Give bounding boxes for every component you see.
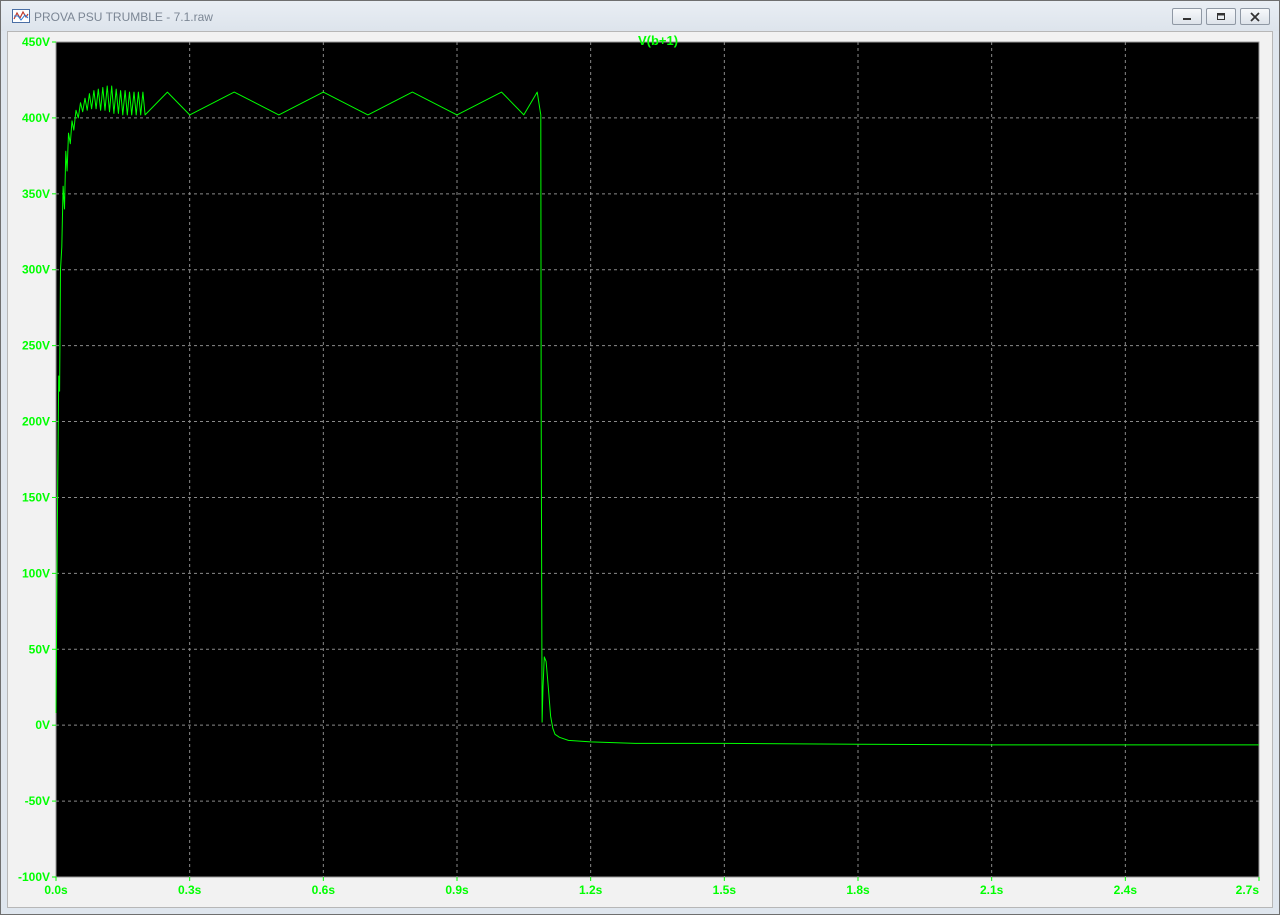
y-tick-label: -50V	[25, 794, 50, 808]
x-tick-label: 2.1s	[980, 883, 1004, 897]
y-tick-label: 400V	[22, 111, 50, 125]
y-tick-label: 50V	[29, 642, 50, 656]
x-tick-label: 0.3s	[178, 883, 202, 897]
y-tick-label: 250V	[22, 339, 50, 353]
maximize-icon	[1217, 13, 1225, 20]
y-axis-ticks: 450V 400V 350V 300V 250V 200V 150V 100V 50V 0V -50…	[18, 35, 56, 884]
waveform-window: PROVA PSU TRUMBLE - 7.1.raw 450V 400V 350V…	[0, 0, 1280, 915]
minimize-icon	[1183, 18, 1191, 20]
minimize-button[interactable]	[1172, 8, 1202, 25]
x-tick-label: 2.7s	[1236, 883, 1260, 897]
y-tick-label: 300V	[22, 263, 50, 277]
x-tick-label: 0.0s	[44, 883, 68, 897]
plot-area[interactable]	[56, 42, 1259, 877]
title-bar[interactable]: PROVA PSU TRUMBLE - 7.1.raw	[1, 1, 1279, 31]
x-tick-label: 0.6s	[312, 883, 336, 897]
close-icon	[1250, 12, 1260, 22]
x-tick-label: 1.8s	[846, 883, 870, 897]
y-tick-label: 350V	[22, 187, 50, 201]
waveform-plot[interactable]: 450V 400V 350V 300V 250V 200V 150V 100V 50V 0V -50…	[8, 32, 1272, 907]
close-button[interactable]	[1240, 8, 1270, 25]
y-tick-label: 450V	[22, 35, 50, 49]
maximize-button[interactable]	[1206, 8, 1236, 25]
y-tick-label: 200V	[22, 415, 50, 429]
x-tick-label: 1.2s	[579, 883, 603, 897]
y-tick-label: 100V	[22, 566, 50, 580]
window-title: PROVA PSU TRUMBLE - 7.1.raw	[34, 10, 213, 24]
x-tick-label: 2.4s	[1114, 883, 1138, 897]
x-tick-label: 1.5s	[713, 883, 737, 897]
y-tick-label: -100V	[18, 870, 50, 884]
y-tick-label: 0V	[35, 718, 50, 732]
x-tick-label: 0.9s	[445, 883, 469, 897]
plot-pane: 450V 400V 350V 300V 250V 200V 150V 100V 50V 0V -50…	[7, 31, 1273, 908]
y-tick-label: 150V	[22, 490, 50, 504]
waveform-app-icon	[12, 9, 30, 23]
x-axis-ticks: 0.0s 0.3s 0.6s 0.9s 1.2s 1.5s 1.8s 2.1s 2.4s 2.7s	[44, 877, 1260, 897]
trace-label-vb1[interactable]: V(b+1)	[638, 33, 678, 48]
